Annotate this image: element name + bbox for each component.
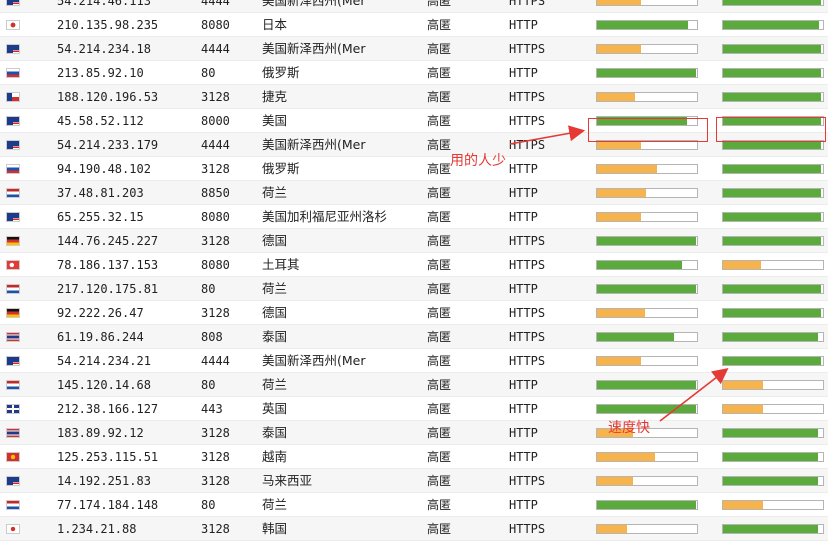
arrow-fast-speed <box>659 368 729 422</box>
arrow-few-users <box>509 125 586 145</box>
highlight-box-connect <box>716 117 826 142</box>
annotation-arrows <box>509 125 729 422</box>
annotation-fast-speed: 速度快 <box>608 420 650 436</box>
highlight-box-speed <box>588 118 708 142</box>
annotation-few-users: 用的人少 <box>450 153 506 169</box>
